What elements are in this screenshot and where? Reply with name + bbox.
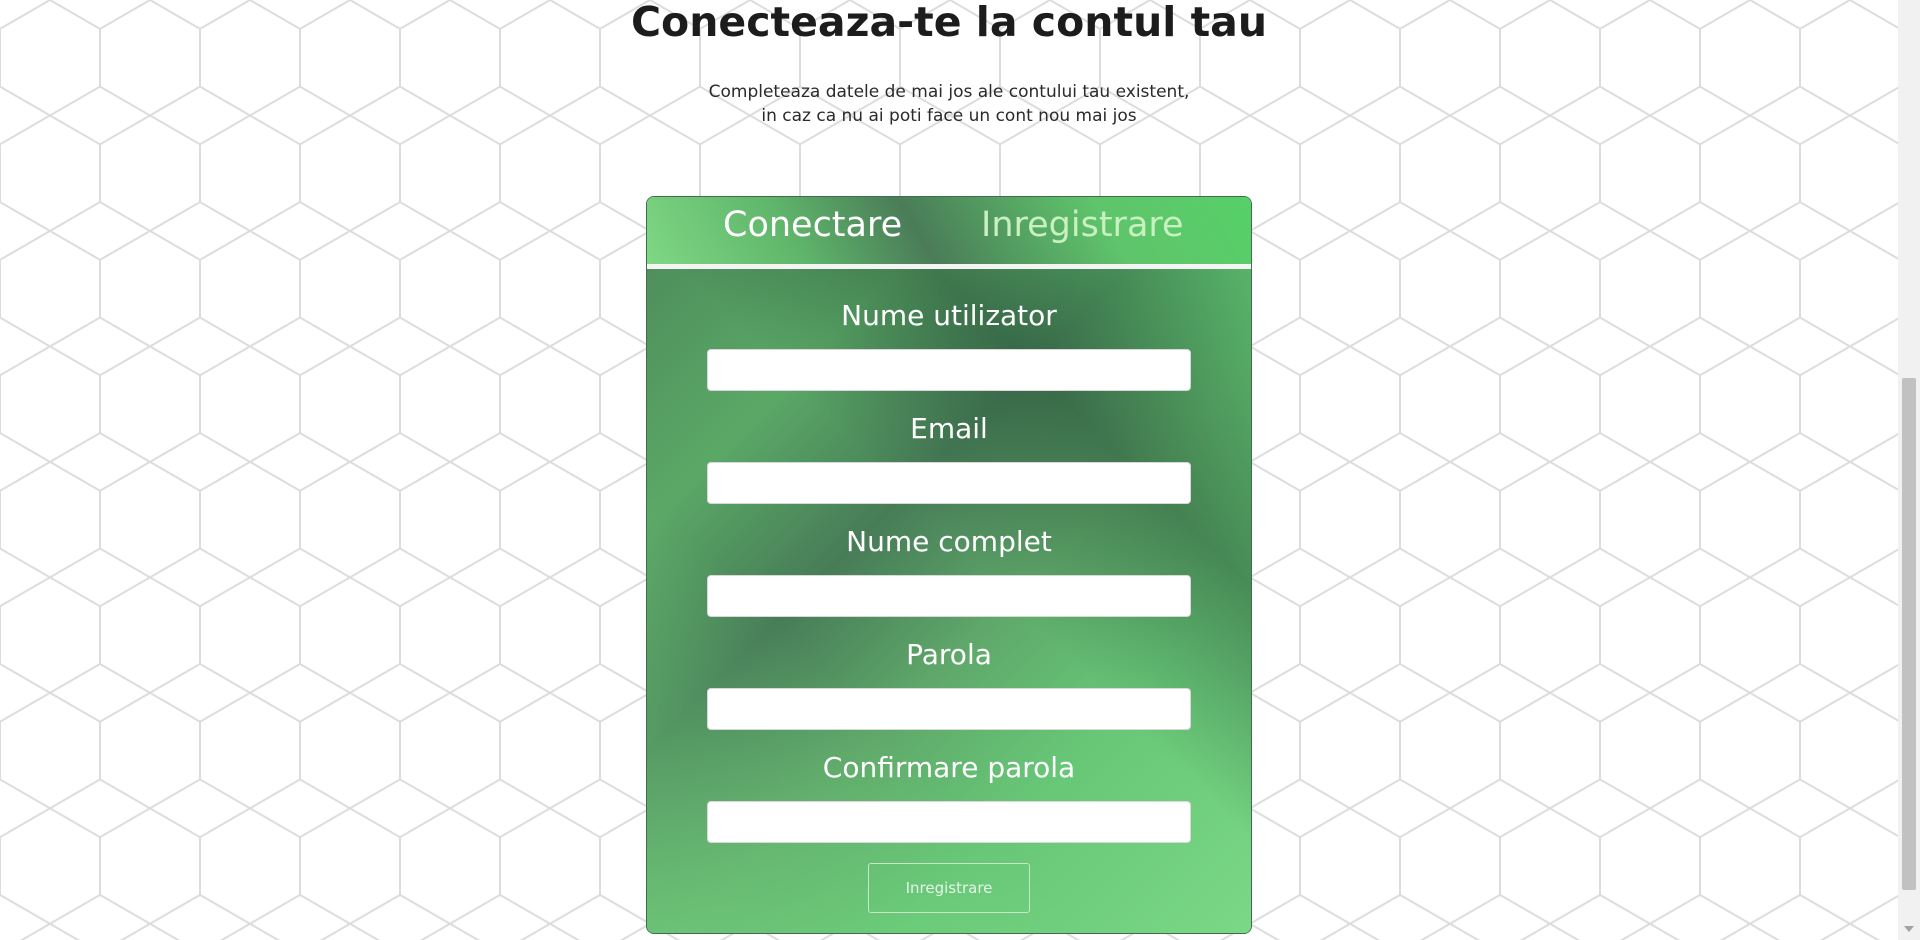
username-label: Nume utilizator bbox=[841, 299, 1057, 332]
password-label: Parola bbox=[906, 638, 992, 671]
tab-conectare[interactable]: Conectare bbox=[723, 205, 902, 245]
full-name-label: Nume complet bbox=[846, 525, 1052, 558]
vertical-scrollbar[interactable] bbox=[1898, 0, 1920, 940]
auth-card: Conectare Inregistrare Nume utilizator E… bbox=[646, 196, 1252, 934]
subtitle-line-2: in caz ca nu ai poti face un cont nou ma… bbox=[761, 106, 1137, 126]
register-form: Nume utilizator Email Nume complet Parol… bbox=[647, 269, 1251, 933]
subtitle-line-1: Completeaza datele de mai jos ale contul… bbox=[708, 82, 1190, 102]
register-button[interactable]: Inregistrare bbox=[868, 863, 1030, 913]
email-input[interactable] bbox=[707, 462, 1191, 504]
email-label: Email bbox=[910, 412, 988, 445]
chevron-down-icon[interactable] bbox=[1904, 926, 1914, 932]
confirm-password-label: Confirmare parola bbox=[822, 751, 1076, 784]
username-input[interactable] bbox=[707, 349, 1191, 391]
confirm-password-input[interactable] bbox=[707, 801, 1191, 843]
login-page: Conecteaza-te la contul tau Completeaza … bbox=[0, 0, 1898, 940]
full-name-input[interactable] bbox=[707, 575, 1191, 617]
page-subtitle: Completeaza datele de mai jos ale contul… bbox=[0, 80, 1898, 128]
scrollbar-thumb[interactable] bbox=[1902, 378, 1916, 890]
tab-bar: Conectare Inregistrare bbox=[647, 197, 1251, 265]
tab-inregistrare[interactable]: Inregistrare bbox=[981, 205, 1184, 245]
page-title: Conecteaza-te la contul tau bbox=[630, 0, 1268, 46]
password-input[interactable] bbox=[707, 688, 1191, 730]
